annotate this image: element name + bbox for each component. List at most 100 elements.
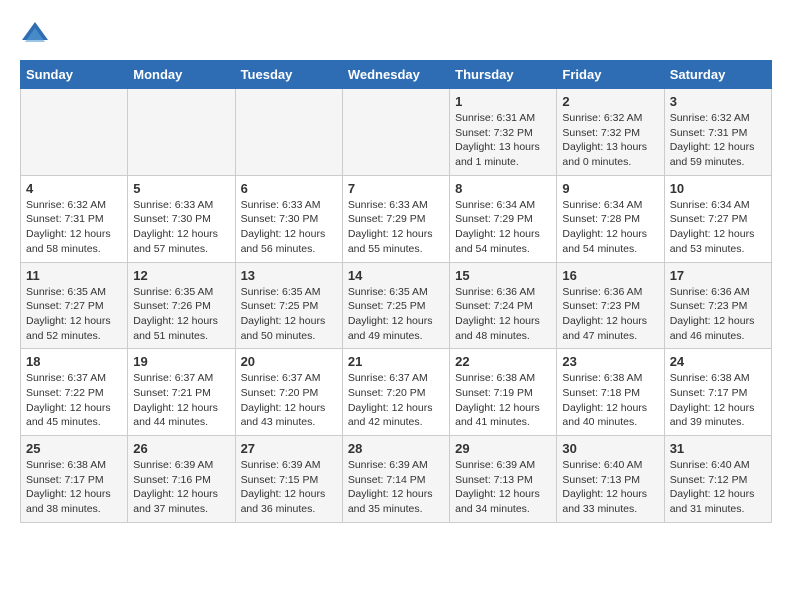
calendar-cell: 25 Sunrise: 6:38 AM Sunset: 7:17 PM Dayli…	[21, 436, 128, 523]
day-number: 22	[455, 354, 551, 369]
day-info: Sunrise: 6:37 AM Sunset: 7:20 PM Dayligh…	[348, 371, 444, 430]
day-info: Sunrise: 6:34 AM Sunset: 7:27 PM Dayligh…	[670, 198, 766, 257]
calendar-cell: 8 Sunrise: 6:34 AM Sunset: 7:29 PM Daylig…	[450, 175, 557, 262]
calendar-cell: 23 Sunrise: 6:38 AM Sunset: 7:18 PM Dayli…	[557, 349, 664, 436]
calendar-cell: 16 Sunrise: 6:36 AM Sunset: 7:23 PM Dayli…	[557, 262, 664, 349]
day-number: 10	[670, 181, 766, 196]
day-number: 3	[670, 94, 766, 109]
day-info: Sunrise: 6:39 AM Sunset: 7:13 PM Dayligh…	[455, 458, 551, 517]
calendar-cell	[342, 89, 449, 176]
header-friday: Friday	[557, 61, 664, 89]
calendar-week-row: 11 Sunrise: 6:35 AM Sunset: 7:27 PM Dayli…	[21, 262, 772, 349]
logo	[20, 20, 56, 50]
day-number: 13	[241, 268, 337, 283]
header-tuesday: Tuesday	[235, 61, 342, 89]
calendar-cell: 10 Sunrise: 6:34 AM Sunset: 7:27 PM Dayli…	[664, 175, 771, 262]
day-info: Sunrise: 6:38 AM Sunset: 7:17 PM Dayligh…	[26, 458, 122, 517]
calendar-cell: 21 Sunrise: 6:37 AM Sunset: 7:20 PM Dayli…	[342, 349, 449, 436]
day-number: 27	[241, 441, 337, 456]
calendar-cell: 5 Sunrise: 6:33 AM Sunset: 7:30 PM Daylig…	[128, 175, 235, 262]
day-number: 8	[455, 181, 551, 196]
day-number: 16	[562, 268, 658, 283]
calendar-cell: 7 Sunrise: 6:33 AM Sunset: 7:29 PM Daylig…	[342, 175, 449, 262]
calendar-week-row: 1 Sunrise: 6:31 AM Sunset: 7:32 PM Daylig…	[21, 89, 772, 176]
day-info: Sunrise: 6:36 AM Sunset: 7:23 PM Dayligh…	[670, 285, 766, 344]
day-info: Sunrise: 6:36 AM Sunset: 7:24 PM Dayligh…	[455, 285, 551, 344]
day-info: Sunrise: 6:35 AM Sunset: 7:25 PM Dayligh…	[348, 285, 444, 344]
header-monday: Monday	[128, 61, 235, 89]
day-info: Sunrise: 6:38 AM Sunset: 7:18 PM Dayligh…	[562, 371, 658, 430]
day-info: Sunrise: 6:37 AM Sunset: 7:20 PM Dayligh…	[241, 371, 337, 430]
calendar-cell: 31Sunrise: 6:40 AM Sunset: 7:12 PM Dayli…	[664, 436, 771, 523]
calendar-cell: 28 Sunrise: 6:39 AM Sunset: 7:14 PM Dayli…	[342, 436, 449, 523]
day-info: Sunrise: 6:37 AM Sunset: 7:22 PM Dayligh…	[26, 371, 122, 430]
day-number: 28	[348, 441, 444, 456]
day-info: Sunrise: 6:39 AM Sunset: 7:14 PM Dayligh…	[348, 458, 444, 517]
day-info: Sunrise: 6:40 AM Sunset: 7:12 PM Dayligh…	[670, 458, 766, 517]
day-number: 6	[241, 181, 337, 196]
day-number: 4	[26, 181, 122, 196]
calendar-cell: 20 Sunrise: 6:37 AM Sunset: 7:20 PM Dayli…	[235, 349, 342, 436]
day-number: 21	[348, 354, 444, 369]
day-info: Sunrise: 6:33 AM Sunset: 7:30 PM Dayligh…	[133, 198, 229, 257]
day-info: Sunrise: 6:34 AM Sunset: 7:28 PM Dayligh…	[562, 198, 658, 257]
day-number: 30	[562, 441, 658, 456]
calendar-cell: 30 Sunrise: 6:40 AM Sunset: 7:13 PM Dayli…	[557, 436, 664, 523]
calendar-cell	[235, 89, 342, 176]
day-number: 14	[348, 268, 444, 283]
calendar-cell: 1 Sunrise: 6:31 AM Sunset: 7:32 PM Daylig…	[450, 89, 557, 176]
calendar-cell: 27 Sunrise: 6:39 AM Sunset: 7:15 PM Dayli…	[235, 436, 342, 523]
day-number: 2	[562, 94, 658, 109]
day-info: Sunrise: 6:34 AM Sunset: 7:29 PM Dayligh…	[455, 198, 551, 257]
day-number: 25	[26, 441, 122, 456]
day-info: Sunrise: 6:36 AM Sunset: 7:23 PM Dayligh…	[562, 285, 658, 344]
day-info: Sunrise: 6:38 AM Sunset: 7:19 PM Dayligh…	[455, 371, 551, 430]
day-number: 15	[455, 268, 551, 283]
day-number: 9	[562, 181, 658, 196]
calendar-cell: 22 Sunrise: 6:38 AM Sunset: 7:19 PM Dayli…	[450, 349, 557, 436]
calendar-week-row: 18 Sunrise: 6:37 AM Sunset: 7:22 PM Dayli…	[21, 349, 772, 436]
day-number: 18	[26, 354, 122, 369]
calendar-table: SundayMondayTuesdayWednesdayThursdayFrid…	[20, 60, 772, 523]
day-number: 1	[455, 94, 551, 109]
calendar-cell: 12Sunrise: 6:35 AM Sunset: 7:26 PM Dayli…	[128, 262, 235, 349]
calendar-cell: 13Sunrise: 6:35 AM Sunset: 7:25 PM Dayli…	[235, 262, 342, 349]
day-info: Sunrise: 6:35 AM Sunset: 7:27 PM Dayligh…	[26, 285, 122, 344]
header-sunday: Sunday	[21, 61, 128, 89]
calendar-cell	[128, 89, 235, 176]
calendar-cell: 3 Sunrise: 6:32 AM Sunset: 7:31 PM Daylig…	[664, 89, 771, 176]
header-wednesday: Wednesday	[342, 61, 449, 89]
day-info: Sunrise: 6:35 AM Sunset: 7:26 PM Dayligh…	[133, 285, 229, 344]
page-header	[20, 20, 772, 50]
day-number: 24	[670, 354, 766, 369]
calendar-cell: 11 Sunrise: 6:35 AM Sunset: 7:27 PM Dayli…	[21, 262, 128, 349]
day-number: 23	[562, 354, 658, 369]
calendar-cell: 15 Sunrise: 6:36 AM Sunset: 7:24 PM Dayli…	[450, 262, 557, 349]
day-number: 5	[133, 181, 229, 196]
day-number: 26	[133, 441, 229, 456]
logo-icon	[20, 20, 50, 50]
calendar-cell: 18 Sunrise: 6:37 AM Sunset: 7:22 PM Dayli…	[21, 349, 128, 436]
day-info: Sunrise: 6:40 AM Sunset: 7:13 PM Dayligh…	[562, 458, 658, 517]
day-info: Sunrise: 6:32 AM Sunset: 7:31 PM Dayligh…	[670, 111, 766, 170]
day-number: 7	[348, 181, 444, 196]
calendar-cell: 6 Sunrise: 6:33 AM Sunset: 7:30 PM Daylig…	[235, 175, 342, 262]
calendar-cell: 4Sunrise: 6:32 AM Sunset: 7:31 PM Daylig…	[21, 175, 128, 262]
day-number: 20	[241, 354, 337, 369]
calendar-cell: 14 Sunrise: 6:35 AM Sunset: 7:25 PM Dayli…	[342, 262, 449, 349]
calendar-cell: 26Sunrise: 6:39 AM Sunset: 7:16 PM Dayli…	[128, 436, 235, 523]
day-number: 11	[26, 268, 122, 283]
day-info: Sunrise: 6:33 AM Sunset: 7:30 PM Dayligh…	[241, 198, 337, 257]
day-number: 29	[455, 441, 551, 456]
day-info: Sunrise: 6:38 AM Sunset: 7:17 PM Dayligh…	[670, 371, 766, 430]
day-info: Sunrise: 6:37 AM Sunset: 7:21 PM Dayligh…	[133, 371, 229, 430]
day-info: Sunrise: 6:31 AM Sunset: 7:32 PM Dayligh…	[455, 111, 551, 170]
day-info: Sunrise: 6:33 AM Sunset: 7:29 PM Dayligh…	[348, 198, 444, 257]
header-saturday: Saturday	[664, 61, 771, 89]
day-info: Sunrise: 6:39 AM Sunset: 7:15 PM Dayligh…	[241, 458, 337, 517]
calendar-cell: 19Sunrise: 6:37 AM Sunset: 7:21 PM Dayli…	[128, 349, 235, 436]
calendar-cell: 17Sunrise: 6:36 AM Sunset: 7:23 PM Dayli…	[664, 262, 771, 349]
calendar-week-row: 25 Sunrise: 6:38 AM Sunset: 7:17 PM Dayli…	[21, 436, 772, 523]
calendar-cell: 24 Sunrise: 6:38 AM Sunset: 7:17 PM Dayli…	[664, 349, 771, 436]
header-thursday: Thursday	[450, 61, 557, 89]
